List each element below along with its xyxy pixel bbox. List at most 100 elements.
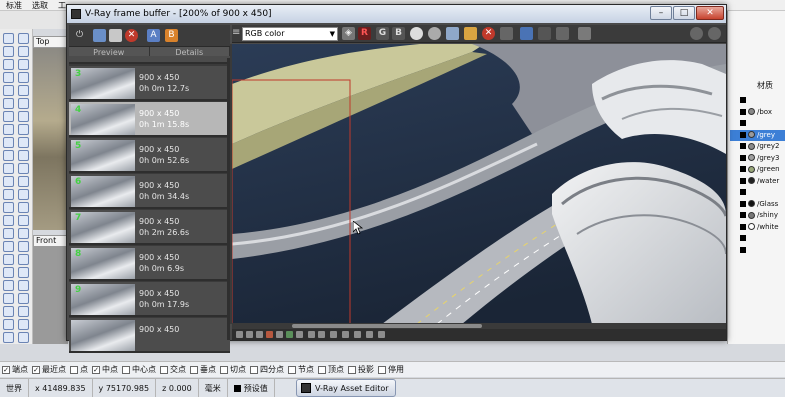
tool-icon[interactable] xyxy=(3,189,14,200)
material-row[interactable]: /shiny xyxy=(730,210,785,221)
white-balance-icon[interactable] xyxy=(276,331,283,338)
menu-icon[interactable]: ≡ xyxy=(232,27,242,39)
tool-icon[interactable] xyxy=(3,332,14,343)
material-row[interactable]: /grey3 xyxy=(730,153,785,164)
green-channel-button[interactable]: G xyxy=(376,27,389,40)
tool-icon[interactable] xyxy=(18,241,29,252)
material-row[interactable] xyxy=(730,95,785,106)
tool-icon[interactable] xyxy=(18,124,29,135)
tool-icon[interactable] xyxy=(3,124,14,135)
stop-render-icon[interactable] xyxy=(578,27,591,40)
osnap-checkbox[interactable]: ✓ xyxy=(2,365,10,374)
tool-icon[interactable] xyxy=(18,46,29,57)
history-entry[interactable]: 6 900 x 450 0h 0m 34.4s xyxy=(69,174,230,209)
lens-effects-icon[interactable]: ◈ xyxy=(342,27,355,40)
ab-compare-b-icon[interactable]: B xyxy=(165,29,178,42)
tool-icon[interactable] xyxy=(3,241,14,252)
interactive-render-icon[interactable] xyxy=(556,27,569,40)
history-entry[interactable]: 4 900 x 450 0h 1m 15.8s xyxy=(69,102,230,137)
tool-icon[interactable] xyxy=(18,176,29,187)
track-mouse-icon[interactable] xyxy=(500,27,513,40)
tool-icon[interactable] xyxy=(18,189,29,200)
load-history-icon[interactable] xyxy=(109,29,122,42)
material-row[interactable]: /box xyxy=(730,107,785,118)
tool-icon[interactable] xyxy=(3,59,14,70)
channel-select[interactable]: RGB color ▼ xyxy=(242,27,338,41)
taskbar-vray-asset-editor[interactable]: V-Ray Asset Editor xyxy=(296,379,396,397)
pixel-info-icon[interactable] xyxy=(330,331,337,338)
history-entry[interactable]: 8 900 x 450 0h 0m 6.9s xyxy=(69,246,230,281)
tool-icon[interactable] xyxy=(3,319,14,330)
osnap-option[interactable]: 垂点 xyxy=(190,364,216,375)
menu-item[interactable]: 选取 xyxy=(32,0,48,10)
remove-history-icon[interactable]: ✕ xyxy=(125,29,138,42)
osnap-option[interactable]: 点 xyxy=(70,364,88,375)
material-row[interactable]: /Glass xyxy=(730,199,785,210)
tool-icon[interactable] xyxy=(18,254,29,265)
tool-icon[interactable] xyxy=(3,254,14,265)
tool-icon[interactable] xyxy=(3,85,14,96)
tool-icon[interactable] xyxy=(18,267,29,278)
tool-icon[interactable] xyxy=(3,98,14,109)
layer-indicator[interactable]: 预设值 xyxy=(228,379,275,397)
osnap-checkbox[interactable] xyxy=(122,365,130,374)
cplane-indicator[interactable]: 世界 xyxy=(0,379,29,397)
tool-icon[interactable] xyxy=(3,46,14,57)
tool-icon[interactable] xyxy=(3,137,14,148)
tool-icon[interactable] xyxy=(3,176,14,187)
material-row[interactable]: /grey2 xyxy=(730,141,785,152)
power-icon[interactable]: ⏻ xyxy=(73,29,86,42)
history-entry[interactable]: 9 900 x 450 0h 0m 17.9s xyxy=(69,282,230,317)
stamp-icon[interactable] xyxy=(366,331,373,338)
ab-compare-a-icon[interactable]: A xyxy=(147,29,160,42)
osnap-option[interactable]: 中心点 xyxy=(122,364,156,375)
tool-icon[interactable] xyxy=(18,228,29,239)
material-row[interactable]: /green xyxy=(730,164,785,175)
region-render-icon[interactable] xyxy=(520,27,533,40)
material-row[interactable] xyxy=(730,187,785,198)
history-toggle-icon[interactable] xyxy=(342,331,349,338)
material-row[interactable]: /white xyxy=(730,222,785,233)
osnap-checkbox[interactable] xyxy=(220,365,228,374)
curve-icon[interactable] xyxy=(256,331,263,338)
osnap-checkbox[interactable] xyxy=(318,365,326,374)
tool-icon[interactable] xyxy=(18,59,29,70)
tool-icon[interactable] xyxy=(18,332,29,343)
tool-icon[interactable] xyxy=(3,293,14,304)
osnap-option[interactable]: 交点 xyxy=(160,364,186,375)
osnap-checkbox[interactable]: ✓ xyxy=(92,365,100,374)
levels-icon[interactable] xyxy=(246,331,253,338)
history-entry[interactable] xyxy=(69,56,230,64)
material-row[interactable] xyxy=(730,245,785,256)
tool-icon[interactable] xyxy=(3,163,14,174)
tool-icon[interactable] xyxy=(18,137,29,148)
tool-icon[interactable] xyxy=(18,306,29,317)
osnap-checkbox[interactable] xyxy=(70,365,78,374)
viewport-tab-front[interactable]: Front xyxy=(33,235,67,247)
tool-icon[interactable] xyxy=(3,72,14,83)
exposure-icon[interactable] xyxy=(266,331,273,338)
hsl-icon[interactable] xyxy=(286,331,293,338)
tool-icon[interactable] xyxy=(18,33,29,44)
clear-image-icon[interactable]: ✕ xyxy=(482,27,495,40)
compare-icon[interactable] xyxy=(354,331,361,338)
save-history-icon[interactable] xyxy=(93,29,106,42)
tool-icon[interactable] xyxy=(18,202,29,213)
osnap-option[interactable]: ✓ 中点 xyxy=(92,364,118,375)
tool-icon[interactable] xyxy=(18,85,29,96)
log-icon[interactable] xyxy=(378,331,385,338)
tool-icon[interactable] xyxy=(18,215,29,226)
tool-icon[interactable] xyxy=(18,319,29,330)
material-row[interactable]: /grey xyxy=(730,129,785,141)
tool-icon[interactable] xyxy=(3,111,14,122)
osnap-option[interactable]: 顶点 xyxy=(318,364,344,375)
tool-icon[interactable] xyxy=(3,280,14,291)
osnap-option[interactable]: 切点 xyxy=(220,364,246,375)
minimize-button[interactable]: – xyxy=(650,6,672,20)
srgb-icon[interactable] xyxy=(308,331,315,338)
tool-icon[interactable] xyxy=(3,267,14,278)
osnap-option[interactable]: ✓ 最近点 xyxy=(32,364,66,375)
scrollbar-thumb[interactable] xyxy=(292,324,482,328)
osnap-checkbox[interactable] xyxy=(378,365,386,374)
tool-icon[interactable] xyxy=(18,163,29,174)
